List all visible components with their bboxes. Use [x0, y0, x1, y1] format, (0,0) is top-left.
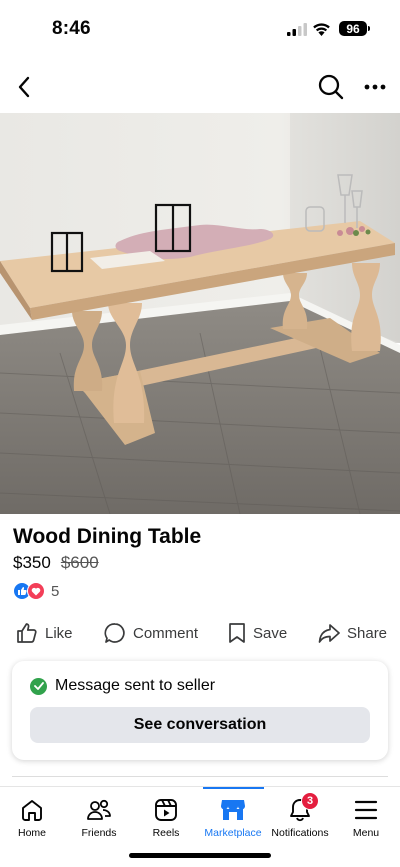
- save-button[interactable]: Save: [228, 618, 287, 648]
- notification-badge: 3: [301, 792, 319, 810]
- checkmark-icon: [30, 677, 47, 695]
- tab-friends[interactable]: Friends: [63, 787, 135, 847]
- comment-button[interactable]: Comment: [104, 618, 198, 648]
- tab-home[interactable]: Home: [0, 787, 68, 847]
- message-status-text: Message sent to seller: [55, 677, 216, 694]
- share-button[interactable]: Share: [318, 618, 387, 648]
- comment-label: Comment: [133, 624, 199, 642]
- original-price: $600: [60, 553, 99, 572]
- listing-price: $350: [13, 553, 51, 572]
- wifi-icon: [313, 23, 330, 36]
- menu-icon: [353, 797, 379, 823]
- thumbs-up-icon: [17, 623, 37, 643]
- share-icon: [318, 624, 340, 643]
- tab-friends-label: Friends: [81, 827, 117, 839]
- price-row: $350 $600: [13, 553, 99, 573]
- home-indicator: [129, 853, 271, 858]
- search-icon: [318, 74, 344, 100]
- cellular-signal-icon: [287, 23, 307, 36]
- more-options-button[interactable]: [360, 72, 390, 102]
- dining-table-photo: [0, 113, 400, 514]
- tab-reels[interactable]: Reels: [130, 787, 202, 847]
- message-sent-card: Message sent to seller See conversation: [12, 661, 388, 760]
- tab-notifications-label: Notifications: [271, 827, 329, 839]
- tab-reels-label: Reels: [152, 827, 180, 839]
- tab-marketplace-label: Marketplace: [204, 827, 262, 839]
- search-button[interactable]: [316, 72, 346, 102]
- love-reaction-icon: [27, 582, 45, 600]
- bell-icon: 3: [287, 792, 319, 823]
- tab-home-label: Home: [17, 827, 46, 839]
- tab-menu-label: Menu: [352, 827, 380, 839]
- see-conversation-button[interactable]: See conversation: [30, 707, 370, 743]
- tab-marketplace[interactable]: Marketplace: [197, 787, 269, 847]
- battery-tip: [368, 26, 370, 31]
- marketplace-icon: [220, 797, 246, 823]
- divider: [12, 776, 388, 777]
- bookmark-icon: [229, 623, 245, 643]
- reels-icon: [153, 797, 179, 823]
- friends-icon: [86, 797, 112, 823]
- listing-title: Wood Dining Table: [13, 525, 202, 548]
- like-button[interactable]: Like: [16, 618, 73, 648]
- reaction-count: 5: [51, 582, 60, 600]
- listing-photo[interactable]: [0, 113, 400, 514]
- nav-header: [0, 62, 400, 112]
- back-button[interactable]: [12, 72, 36, 102]
- chevron-left-icon: [18, 76, 30, 98]
- message-status-row: Message sent to seller: [30, 677, 215, 695]
- battery-indicator: 96: [339, 21, 367, 36]
- tab-menu[interactable]: Menu: [330, 787, 400, 847]
- like-label: Like: [45, 624, 73, 642]
- actions-row: Like Comment Save Share: [0, 618, 400, 650]
- status-bar: 8:46 96: [0, 0, 400, 60]
- share-label: Share: [347, 624, 388, 642]
- home-icon: [19, 797, 45, 823]
- comment-icon: [104, 623, 125, 643]
- more-horizontal-icon: [364, 84, 386, 90]
- reactions-summary[interactable]: 5: [13, 582, 59, 600]
- tab-notifications[interactable]: 3 Notifications: [264, 787, 336, 847]
- status-time: 8:46: [52, 18, 91, 39]
- save-label: Save: [253, 624, 288, 642]
